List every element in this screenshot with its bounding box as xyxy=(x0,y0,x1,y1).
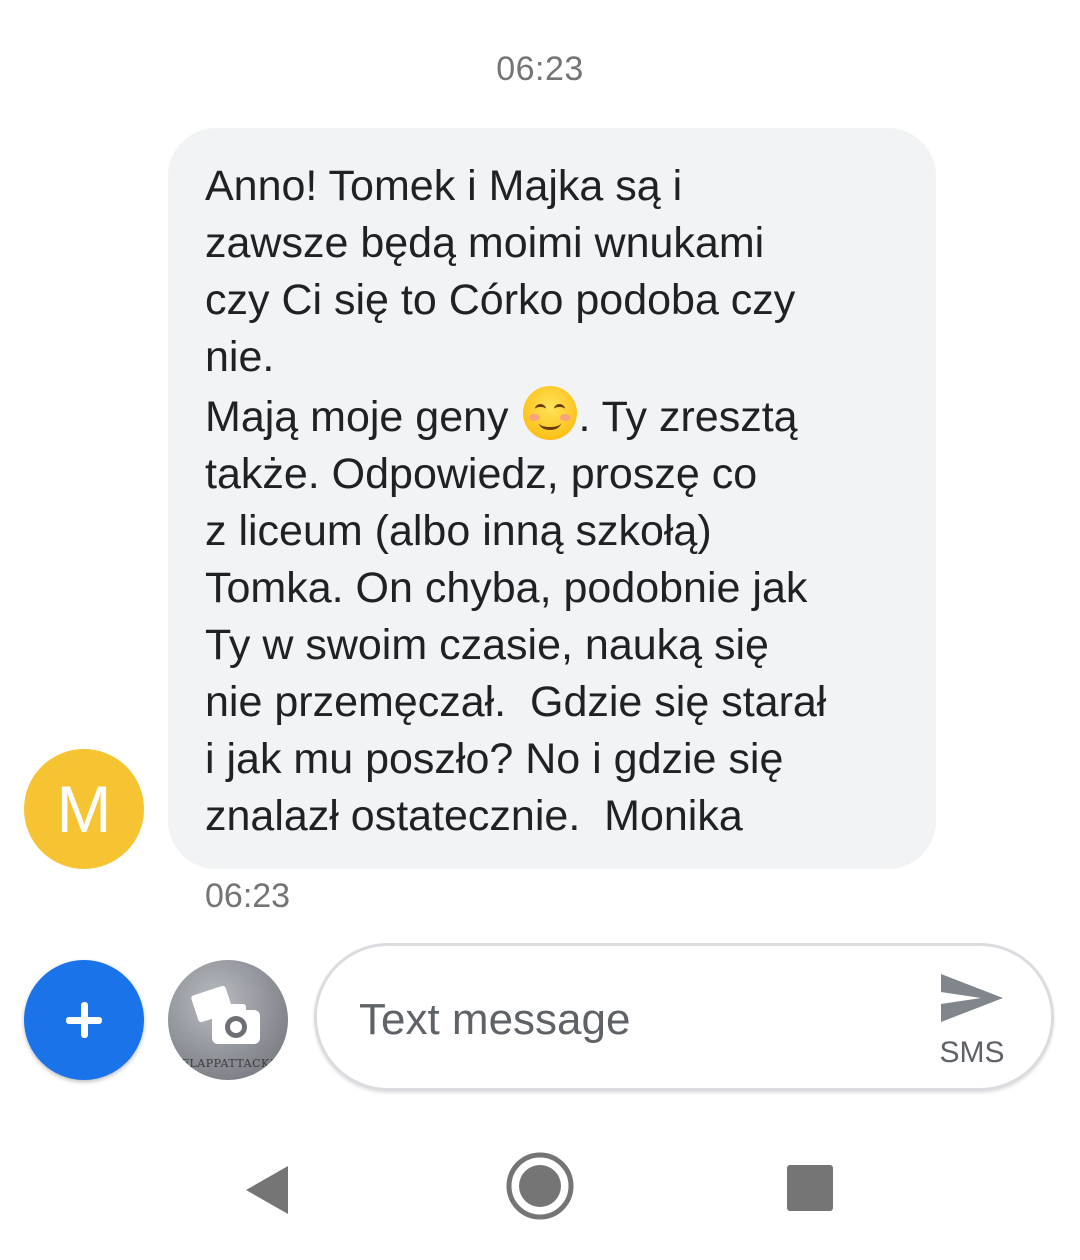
home-icon[interactable] xyxy=(504,1150,576,1222)
send-icon xyxy=(941,974,1003,1022)
smiling-face-emoji-icon xyxy=(522,386,577,440)
gallery-camera-button[interactable]: FLAPPATTACK! xyxy=(168,960,288,1080)
system-navigation-bar xyxy=(0,1140,1080,1240)
send-sms-label: SMS xyxy=(939,1036,1005,1069)
sender-avatar[interactable]: M xyxy=(24,749,144,869)
message-timestamp: 06:23 xyxy=(205,877,291,915)
text-message-input[interactable] xyxy=(359,990,899,1050)
conversation-timestamp: 06:23 xyxy=(496,50,584,88)
gallery-thumbnail-caption: FLAPPATTACK! xyxy=(181,1057,275,1070)
compose-box: SMS xyxy=(314,943,1054,1091)
recents-icon[interactable] xyxy=(787,1165,833,1211)
camera-icon xyxy=(191,986,260,1044)
back-icon[interactable] xyxy=(240,1160,296,1220)
message-bubble[interactable]: Anno! Tomek i Majka są i zawsze będą moi… xyxy=(168,128,936,869)
send-sms-button[interactable]: SMS xyxy=(922,966,1022,1076)
message-text: Anno! Tomek i Majka są i zawsze będą moi… xyxy=(205,158,916,845)
message-text-part-2: . Ty zresztą także. Odpowiedz, proszę co… xyxy=(205,393,827,840)
add-attachment-button[interactable] xyxy=(24,960,144,1080)
messaging-screen: 06:23 Anno! Tomek i Majka są i zawsze bę… xyxy=(0,0,1080,1260)
